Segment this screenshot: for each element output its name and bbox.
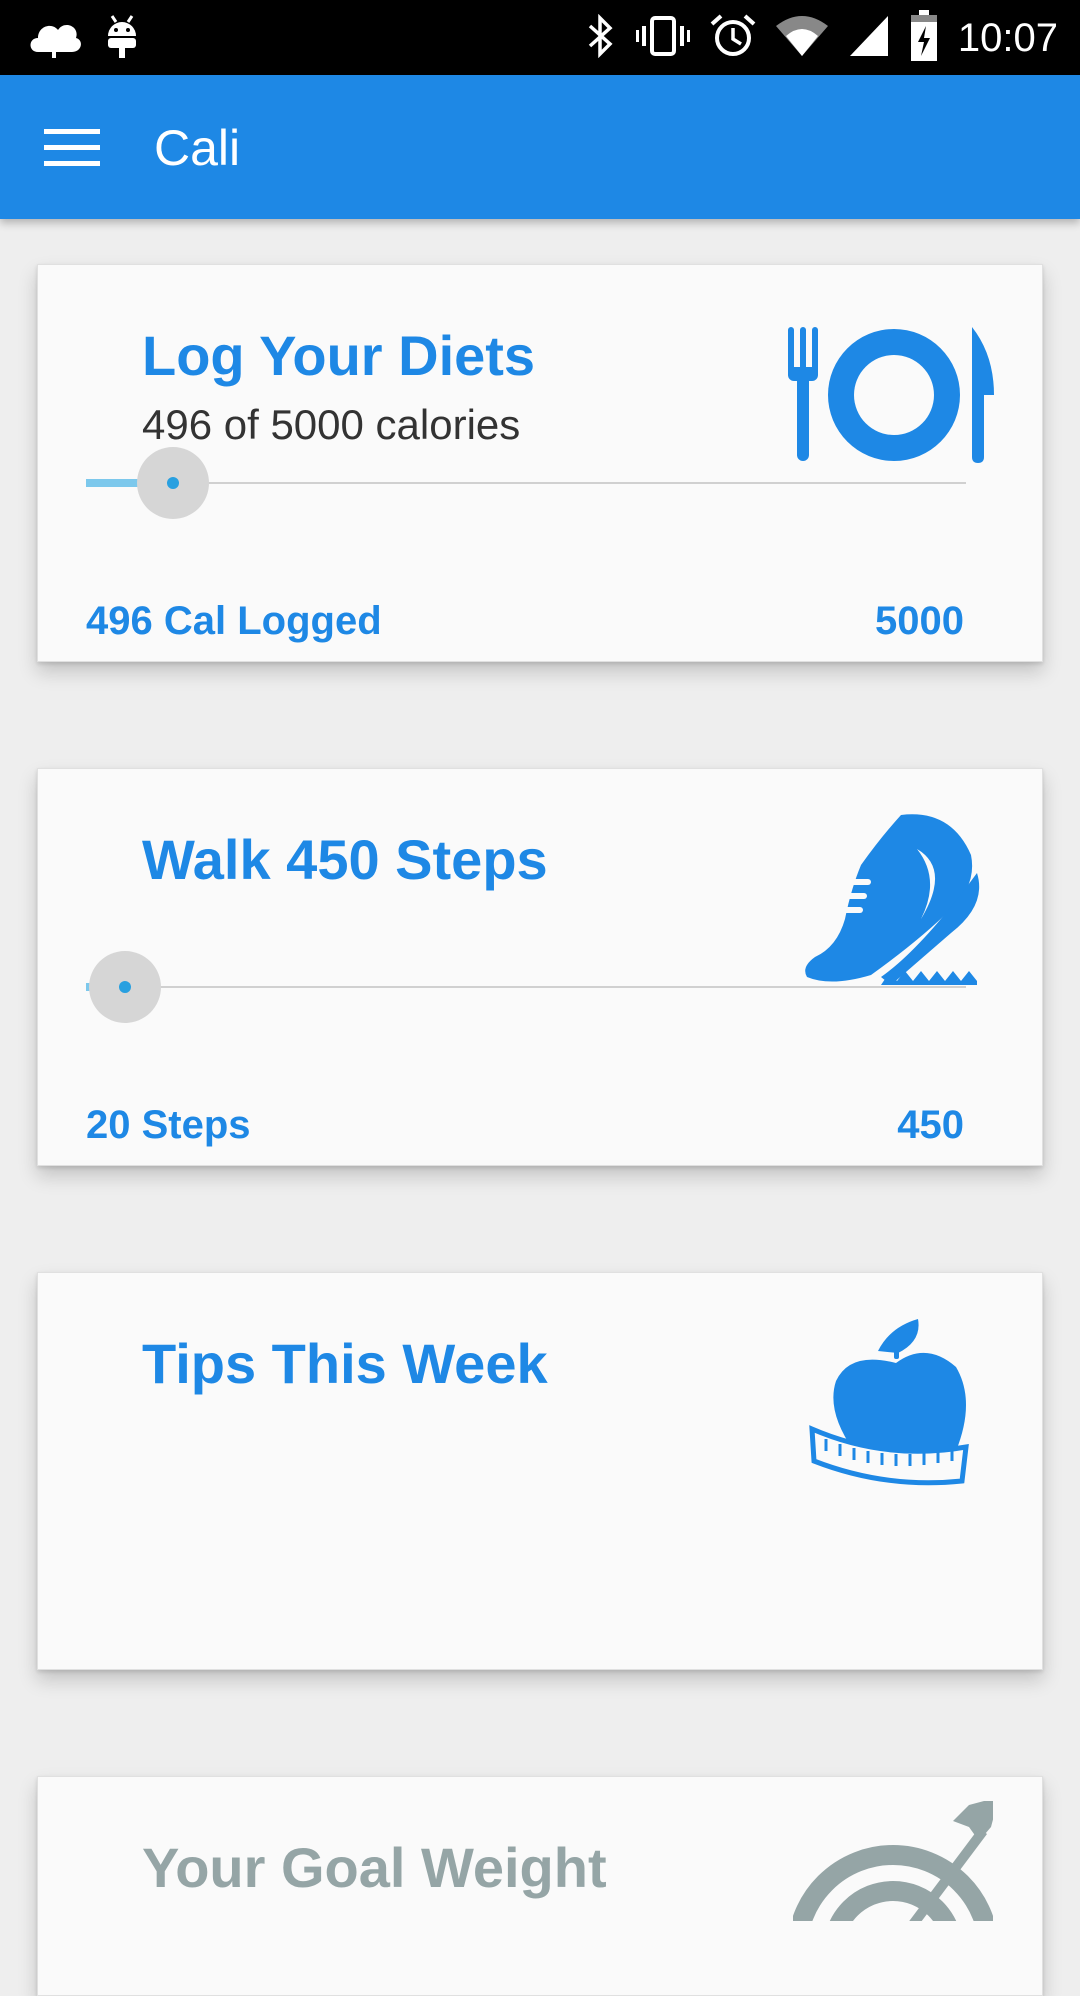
app-bar: Cali xyxy=(0,75,1080,219)
alarm-icon xyxy=(710,13,756,64)
android-icon xyxy=(102,12,142,65)
status-bar: 10:07 xyxy=(0,0,1080,75)
walk-steps-card[interactable]: Walk 450 Steps 20 Steps 450 xyxy=(37,768,1043,1166)
wifi-icon xyxy=(775,14,828,63)
card-title: Walk 450 Steps xyxy=(142,828,548,891)
steps-slider[interactable] xyxy=(86,947,966,1027)
log-diets-card[interactable]: Log Your Diets 496 of 5000 calories 496 … xyxy=(37,264,1043,662)
calories-subtitle: 496 of 5000 calories xyxy=(142,401,521,448)
card-title: Your Goal Weight xyxy=(142,1836,607,1899)
calories-logged-label: 496 Cal Logged xyxy=(86,599,382,643)
hamburger-menu-icon[interactable] xyxy=(40,121,104,173)
tips-week-card[interactable]: Tips This Week xyxy=(37,1272,1043,1670)
app-title: Cali xyxy=(154,120,241,176)
bluetooth-icon xyxy=(584,13,616,63)
card-title: Log Your Diets xyxy=(142,324,536,387)
status-time: 10:07 xyxy=(957,15,1058,60)
card-title: Tips This Week xyxy=(142,1332,548,1395)
apple-measuring-tape-icon xyxy=(806,1311,986,1496)
steps-count-label: 20 Steps xyxy=(86,1103,251,1147)
slider-thumb[interactable] xyxy=(167,477,179,489)
cloud-icon xyxy=(26,12,82,65)
target-arrow-icon xyxy=(787,1797,999,1996)
goal-weight-card[interactable]: Your Goal Weight xyxy=(37,1776,1043,1996)
vibrate-icon xyxy=(635,14,690,63)
battery-charging-icon xyxy=(910,9,938,67)
slider-track xyxy=(86,482,966,484)
calories-slider[interactable] xyxy=(86,443,966,523)
steps-goal-label: 450 xyxy=(897,1103,964,1147)
signal-icon xyxy=(848,14,890,63)
slider-track xyxy=(86,986,966,988)
calories-max-label: 5000 xyxy=(875,599,964,643)
slider-thumb[interactable] xyxy=(119,981,131,993)
